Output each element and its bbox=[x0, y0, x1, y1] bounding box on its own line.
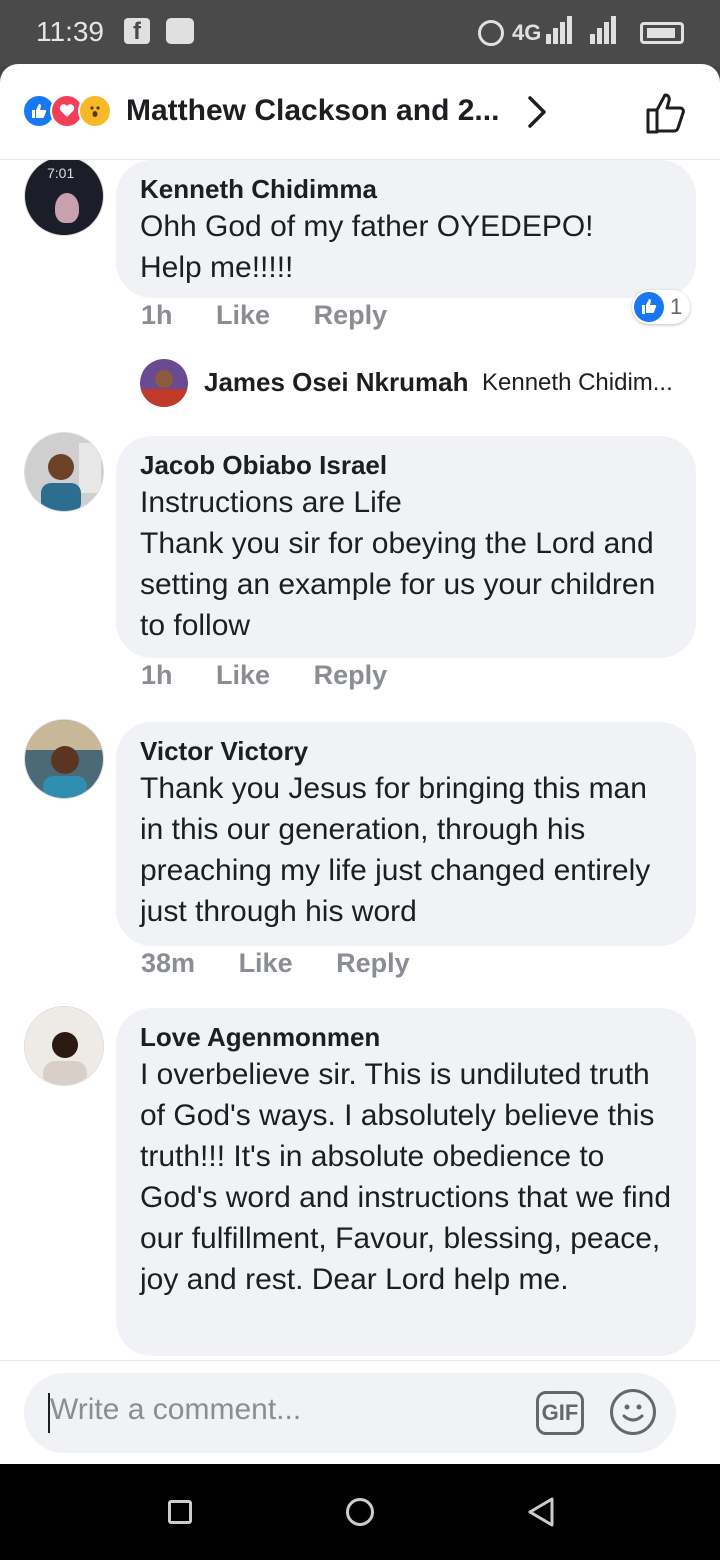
emoji-icon[interactable] bbox=[610, 1389, 656, 1435]
reply-link[interactable]: Reply bbox=[336, 948, 410, 978]
comment-text: Instructions are Life Thank you sir for … bbox=[140, 486, 656, 642]
status-time: 11:39 bbox=[36, 16, 104, 47]
recents-icon[interactable] bbox=[168, 1500, 192, 1524]
comment-author[interactable]: Kenneth Chidimma bbox=[140, 172, 672, 206]
system-nav-bar bbox=[0, 1464, 720, 1560]
comment-composer: Write a comment... GIF bbox=[0, 1360, 720, 1464]
comment-placeholder: Write a comment... bbox=[50, 1393, 302, 1426]
comment-text: Ohh God of my father OYEDEPO! Help me!!!… bbox=[140, 210, 594, 284]
comment-list: 7:01 Kenneth Chidimma Ohh God of my fath… bbox=[0, 160, 720, 1360]
comment-time: 1h bbox=[141, 660, 173, 690]
comment-text: Thank you Jesus for bringing this man in… bbox=[140, 772, 651, 928]
comment-time: 1h bbox=[141, 300, 173, 330]
reactors-title[interactable]: Matthew Clackson and 2... bbox=[126, 94, 499, 128]
reply-link[interactable]: Reply bbox=[314, 300, 388, 330]
reply-preview[interactable]: James Osei Nkrumah Kenneth Chidim... bbox=[140, 359, 700, 409]
comment-actions: 1h Like Reply bbox=[141, 300, 423, 331]
avatar[interactable] bbox=[24, 1006, 104, 1086]
comment-input[interactable]: Write a comment... GIF bbox=[24, 1373, 676, 1453]
chevron-right-icon[interactable] bbox=[524, 94, 550, 135]
reaction-count-badge[interactable]: 1 bbox=[632, 290, 690, 324]
avatar[interactable] bbox=[24, 432, 104, 512]
signal-icon bbox=[590, 16, 618, 44]
comments-header[interactable]: Matthew Clackson and 2... bbox=[0, 64, 720, 160]
gif-icon[interactable]: GIF bbox=[536, 1391, 584, 1435]
comment-text: I overbelieve sir. This is undiluted tru… bbox=[140, 1058, 672, 1296]
like-link[interactable]: Like bbox=[216, 300, 270, 330]
battery-icon bbox=[640, 22, 684, 44]
comment-time: 38m bbox=[141, 948, 196, 978]
like-link[interactable]: Like bbox=[239, 948, 293, 978]
status-bar: 11:39 f 4G bbox=[0, 0, 720, 66]
reply-link[interactable]: Reply bbox=[314, 660, 388, 690]
signal-icon bbox=[546, 16, 574, 44]
comment-bubble[interactable]: Jacob Obiabo Israel Instructions are Lif… bbox=[116, 436, 696, 658]
alarm-icon bbox=[478, 20, 504, 46]
network-label: 4G bbox=[512, 20, 542, 45]
comment-bubble[interactable]: Kenneth Chidimma Ohh God of my father OY… bbox=[116, 160, 696, 298]
comments-sheet: Matthew Clackson and 2... 7:01 Kenneth C… bbox=[0, 64, 720, 1464]
avatar-clock-label: 7:01 bbox=[47, 165, 75, 181]
reaction-count: 1 bbox=[670, 294, 683, 319]
thumbs-up-icon[interactable] bbox=[644, 90, 690, 141]
wow-reaction-icon bbox=[78, 94, 112, 128]
comment-author[interactable]: Love Agenmonmen bbox=[140, 1020, 672, 1054]
comment-actions: 1h Like Reply bbox=[141, 660, 423, 691]
back-icon[interactable] bbox=[526, 1496, 556, 1533]
comment-bubble[interactable]: Love Agenmonmen I overbelieve sir. This … bbox=[116, 1008, 696, 1356]
avatar[interactable]: 7:01 bbox=[24, 160, 104, 236]
home-icon[interactable] bbox=[346, 1498, 374, 1526]
comment-bubble[interactable]: Victor Victory Thank you Jesus for bring… bbox=[116, 722, 696, 946]
reply-author[interactable]: James Osei Nkrumah bbox=[204, 367, 468, 398]
comment-author[interactable]: Jacob Obiabo Israel bbox=[140, 448, 672, 482]
facebook-icon: f bbox=[124, 18, 150, 45]
avatar[interactable] bbox=[24, 719, 104, 799]
reply-snippet: Kenneth Chidim... bbox=[482, 369, 673, 396]
like-reaction-icon bbox=[634, 292, 664, 322]
avatar[interactable] bbox=[140, 359, 188, 407]
gamepad-icon bbox=[166, 18, 194, 44]
like-link[interactable]: Like bbox=[216, 660, 270, 690]
comment-actions: 38m Like Reply bbox=[141, 948, 446, 979]
comment-author[interactable]: Victor Victory bbox=[140, 734, 672, 768]
